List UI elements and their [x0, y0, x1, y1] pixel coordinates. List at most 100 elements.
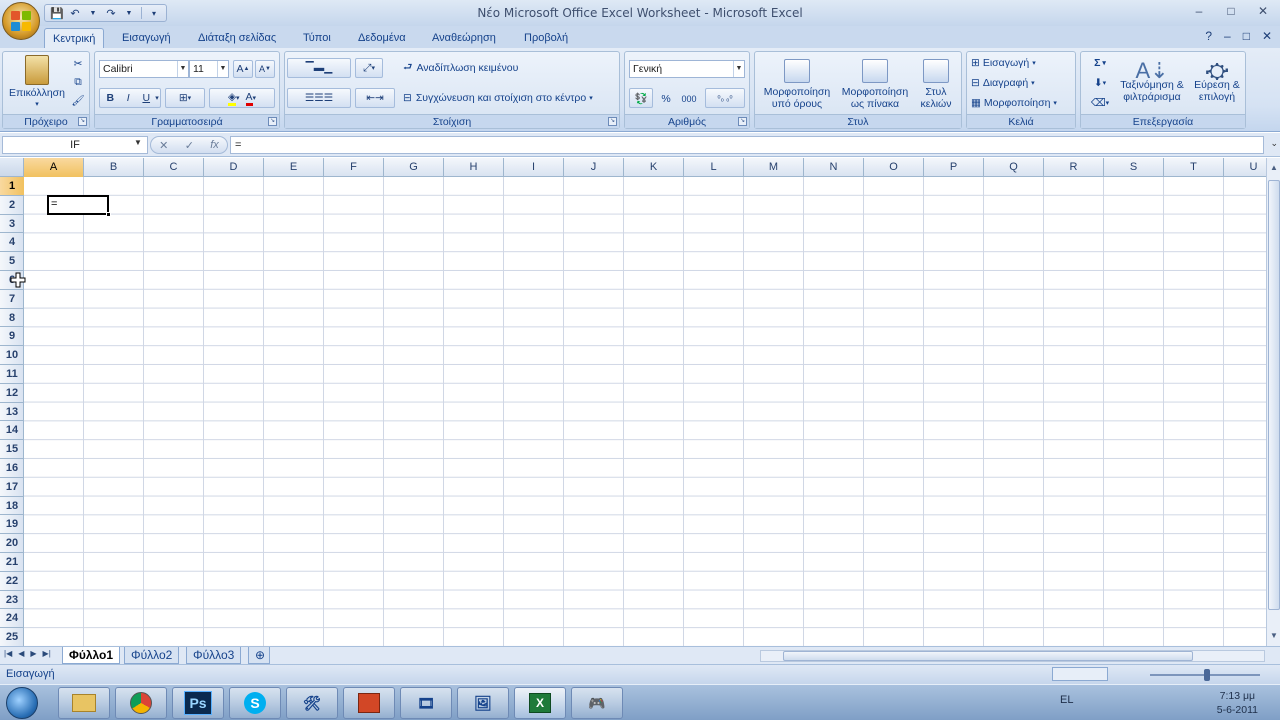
percent-button[interactable]: %	[657, 90, 675, 108]
fill-handle[interactable]	[106, 212, 111, 217]
excel-task[interactable]: X	[514, 687, 566, 719]
shrink-font-button[interactable]: A ▼	[255, 60, 275, 78]
column-header[interactable]: D	[204, 158, 264, 177]
clipboard-launcher-icon[interactable]: ↘	[78, 117, 87, 126]
grow-font-button[interactable]: A ▲	[233, 60, 253, 78]
help-icon[interactable]: ?	[1205, 29, 1212, 43]
format-cells-button[interactable]: ▦ Μορφοποίηση ▾	[971, 94, 1073, 112]
column-header[interactable]: C	[144, 158, 204, 177]
horizontal-align-buttons[interactable]: ☰☰☰	[287, 88, 351, 108]
sheet-tab-2[interactable]: Φύλλο2	[124, 647, 180, 664]
clock[interactable]: 7:13 μμ 5-6-2011	[1217, 689, 1258, 717]
language-indicator[interactable]: EL	[1060, 694, 1073, 706]
row-header[interactable]: 8	[0, 309, 24, 328]
active-cell[interactable]: =	[47, 195, 109, 215]
column-header[interactable]: G	[384, 158, 444, 177]
formula-input[interactable]: =	[230, 136, 1264, 154]
vertical-align-buttons[interactable]: ▔▬▁	[287, 58, 351, 78]
row-header[interactable]: 25	[0, 628, 24, 646]
column-header[interactable]: L	[684, 158, 744, 177]
maximize-button[interactable]: □	[1222, 3, 1240, 19]
format-as-table-button[interactable]: Μορφοποίηση ως πίνακα	[837, 54, 913, 114]
fill-button[interactable]: ⬇ ▾	[1085, 74, 1115, 92]
powerpoint-task[interactable]	[343, 687, 395, 719]
thousands-button[interactable]: 000	[677, 90, 701, 108]
column-header[interactable]: A	[24, 158, 84, 177]
first-sheet-icon[interactable]: |◀	[4, 649, 12, 658]
unknown-task[interactable]: 🎮	[571, 687, 623, 719]
font-name-combo[interactable]: Calibri ▼	[99, 60, 189, 78]
name-box-dropdown-icon[interactable]: ▼	[134, 138, 142, 147]
picture-task[interactable]: 🖼	[457, 687, 509, 719]
explorer-task[interactable]	[58, 687, 110, 719]
column-header[interactable]: M	[744, 158, 804, 177]
paste-button[interactable]: Επικόλληση ▾	[5, 54, 69, 112]
start-button[interactable]	[6, 687, 38, 719]
font-color-icon[interactable]: A	[245, 91, 253, 106]
next-sheet-icon[interactable]: ▶	[30, 649, 36, 658]
row-header[interactable]: 19	[0, 515, 24, 535]
ribbon-minimize-icon[interactable]: –	[1224, 29, 1231, 43]
column-header[interactable]: U	[1224, 158, 1266, 177]
column-header[interactable]: R	[1044, 158, 1104, 177]
format-painter-icon[interactable]: 🖌	[69, 92, 87, 108]
photoshop-task[interactable]: Ps	[172, 687, 224, 719]
column-header[interactable]: K	[624, 158, 684, 177]
last-sheet-icon[interactable]: ▶|	[43, 649, 51, 658]
font-size-combo[interactable]: 11 ▼	[189, 60, 229, 78]
column-header[interactable]: S	[1104, 158, 1164, 177]
vertical-scrollbar[interactable]: ▲ ▼	[1266, 158, 1280, 646]
row-header[interactable]: 15	[0, 440, 24, 459]
sort-filter-button[interactable]: A⇣ Ταξινόμηση & φιλτράρισμα	[1115, 54, 1189, 114]
tab-review[interactable]: Αναθεώρηση	[424, 28, 504, 48]
find-select-button[interactable]: ⛮ Εύρεση & επιλογή	[1189, 54, 1245, 114]
chrome-task[interactable]	[115, 687, 167, 719]
copy-icon[interactable]: ⧉	[69, 74, 87, 90]
autosum-button[interactable]: Σ ▾	[1085, 54, 1115, 72]
borders-button[interactable]: ⊞ ▾	[165, 88, 205, 108]
cell-styles-button[interactable]: Στυλ κελιών	[913, 54, 959, 114]
underline-dropdown-icon[interactable]: ▾	[155, 94, 159, 102]
clear-button[interactable]: ⌫ ▾	[1085, 94, 1115, 112]
row-header[interactable]: 24	[0, 609, 24, 629]
fill-color-icon[interactable]: ◈	[227, 91, 237, 106]
conditional-formatting-button[interactable]: Μορφοποίηση υπό όρους	[757, 54, 837, 114]
tab-insert[interactable]: Εισαγωγή	[114, 28, 179, 48]
row-header[interactable]: 23	[0, 591, 24, 610]
cut-icon[interactable]: ✂	[69, 56, 87, 72]
row-header[interactable]: 22	[0, 572, 24, 591]
name-box[interactable]: IF	[2, 136, 148, 154]
wrap-text-button[interactable]: ⮐ Αναδίπλωση κειμένου	[403, 58, 543, 78]
view-buttons[interactable]	[1052, 667, 1108, 681]
cell-area[interactable]: =	[24, 177, 1266, 646]
orientation-button[interactable]: ⤢ ▾	[355, 58, 383, 78]
column-header[interactable]: H	[444, 158, 504, 177]
column-header[interactable]: O	[864, 158, 924, 177]
insert-function-icon[interactable]: fx	[210, 139, 219, 151]
column-header[interactable]: F	[324, 158, 384, 177]
column-header[interactable]: E	[264, 158, 324, 177]
ribbon-restore-icon[interactable]: □	[1243, 29, 1250, 43]
row-header[interactable]: 10	[0, 346, 24, 365]
row-header[interactable]: 9	[0, 327, 24, 347]
row-header[interactable]: 17	[0, 478, 24, 497]
cancel-icon[interactable]: ✕	[159, 139, 168, 152]
underline-button[interactable]: U	[137, 92, 155, 104]
row-header[interactable]: 20	[0, 534, 24, 553]
skype-task[interactable]: S	[229, 687, 281, 719]
row-header[interactable]: 2	[0, 196, 24, 215]
column-header[interactable]: T	[1164, 158, 1224, 177]
media-task[interactable]: 🎞	[400, 687, 452, 719]
number-launcher-icon[interactable]: ↘	[738, 117, 747, 126]
column-header[interactable]: P	[924, 158, 984, 177]
horizontal-scrollbar[interactable]	[760, 650, 1265, 662]
expand-formula-icon[interactable]: ⌄	[1270, 138, 1278, 149]
minimize-button[interactable]: –	[1190, 3, 1208, 19]
row-header[interactable]: 12	[0, 384, 24, 403]
row-header[interactable]: 5	[0, 252, 24, 271]
column-header[interactable]: B	[84, 158, 144, 177]
select-all-button[interactable]	[0, 158, 24, 177]
tab-formulas[interactable]: Τύποι	[295, 28, 339, 48]
sheet-tab-1[interactable]: Φύλλο1	[62, 647, 121, 664]
delete-cells-button[interactable]: ⊟ Διαγραφή ▾	[971, 74, 1073, 92]
